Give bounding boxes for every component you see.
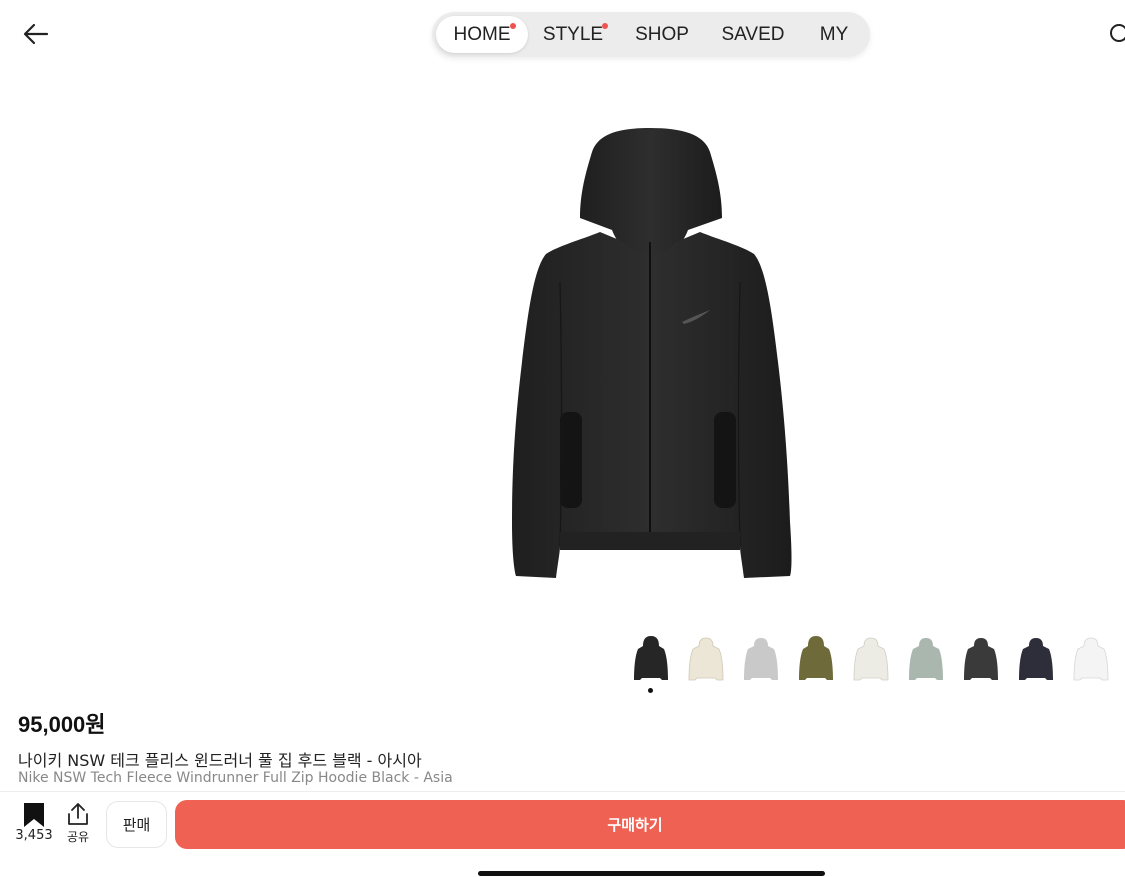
product-price: 95,000원 bbox=[18, 712, 106, 737]
style-notification-dot bbox=[602, 23, 608, 29]
buy-button-label: 구매하기 bbox=[607, 816, 663, 834]
hoodie-thumbnail-icon bbox=[1073, 637, 1109, 681]
thumbnail-navy[interactable] bbox=[1015, 634, 1057, 684]
hoodie-thumbnail-icon bbox=[1019, 638, 1053, 680]
thumbnail-white[interactable] bbox=[1070, 634, 1112, 684]
tab-home[interactable]: HOME bbox=[436, 16, 528, 53]
hoodie-thumbnail-icon bbox=[799, 636, 833, 680]
tab-style-label: STYLE bbox=[542, 24, 604, 45]
hoodie-thumbnail-icon bbox=[853, 637, 889, 681]
product-title-english: Nike NSW Tech Fleece Windrunner Full Zip… bbox=[18, 770, 453, 786]
hoodie-thumbnail-icon bbox=[964, 638, 998, 680]
buy-button[interactable]: 구매하기 bbox=[175, 800, 1125, 849]
bottom-bar-divider bbox=[0, 791, 1125, 792]
thumbnail-off-white[interactable] bbox=[850, 634, 892, 684]
back-button[interactable] bbox=[18, 18, 54, 50]
tab-my[interactable]: MY bbox=[812, 16, 856, 53]
product-title-korean: 나이키 NSW 테크 플리스 윈드러너 풀 집 후드 블랙 - 아시아 bbox=[18, 751, 422, 770]
thumbnail-cream[interactable] bbox=[685, 634, 727, 684]
thumbnail-olive[interactable] bbox=[795, 634, 837, 684]
color-thumbnails bbox=[630, 634, 1125, 694]
bookmark-icon bbox=[24, 803, 44, 827]
share-icon bbox=[68, 803, 88, 825]
tab-saved-label: SAVED bbox=[721, 24, 785, 45]
share-button[interactable]: 공유 bbox=[60, 801, 96, 847]
tab-saved[interactable]: SAVED bbox=[716, 16, 790, 53]
hoodie-thumbnail-icon bbox=[688, 637, 724, 681]
thumbnail-black[interactable] bbox=[630, 634, 672, 684]
bookmark-count: 3,453 bbox=[15, 828, 53, 843]
sell-button-label: 판매 bbox=[122, 816, 151, 834]
product-image[interactable] bbox=[500, 122, 802, 584]
home-indicator bbox=[478, 871, 825, 876]
main-nav: HOME STYLE SHOP SAVED MY bbox=[432, 12, 870, 57]
tab-home-label: HOME bbox=[453, 24, 511, 45]
tab-shop-label: SHOP bbox=[635, 24, 689, 45]
search-button[interactable] bbox=[1104, 20, 1125, 48]
home-notification-dot bbox=[510, 23, 516, 29]
thumbnail-charcoal[interactable] bbox=[960, 634, 1002, 684]
search-icon bbox=[1110, 24, 1125, 42]
tab-style[interactable]: STYLE bbox=[538, 16, 608, 53]
hoodie-thumbnail-icon bbox=[909, 638, 943, 680]
thumbnail-selected-indicator bbox=[648, 688, 653, 693]
bookmark-button[interactable]: 3,453 bbox=[12, 801, 56, 847]
hoodie-thumbnail-icon bbox=[634, 636, 668, 680]
thumbnail-sage[interactable] bbox=[905, 634, 947, 684]
hoodie-image bbox=[512, 128, 792, 578]
arrow-left-icon bbox=[23, 23, 49, 45]
share-label: 공유 bbox=[66, 830, 90, 844]
tab-my-label: MY bbox=[819, 24, 849, 45]
thumbnail-grey[interactable] bbox=[740, 634, 782, 684]
sell-button[interactable]: 판매 bbox=[106, 801, 167, 848]
hoodie-thumbnail-icon bbox=[744, 638, 778, 680]
tab-shop[interactable]: SHOP bbox=[630, 16, 694, 53]
